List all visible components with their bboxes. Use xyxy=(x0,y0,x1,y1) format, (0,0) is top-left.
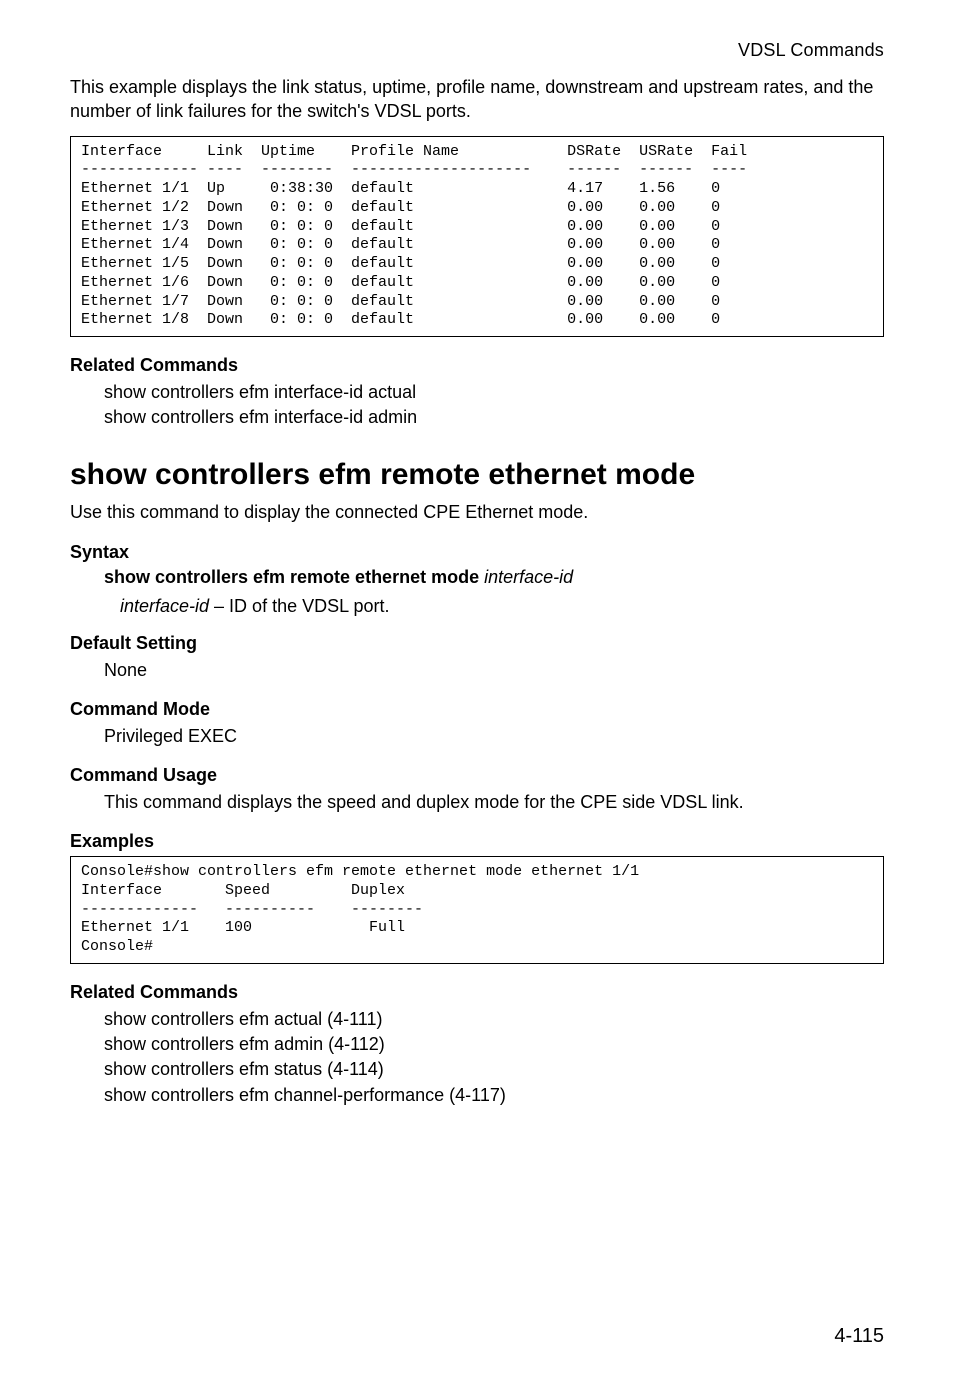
syntax-line: show controllers efm remote ethernet mod… xyxy=(70,567,884,588)
example-line: ------------- ---------- -------- xyxy=(81,901,423,918)
example-line: Interface Speed Duplex xyxy=(81,882,405,899)
related-command-item: show controllers efm interface-id admin xyxy=(104,405,884,430)
related-command-item: show controllers efm status (4-114) xyxy=(104,1057,884,1082)
param-name: interface-id xyxy=(120,596,209,616)
related-command-item: show controllers efm admin (4-112) xyxy=(104,1032,884,1057)
table-row: Ethernet 1/3 Down 0: 0: 0 default 0.00 0… xyxy=(81,218,720,235)
table-header-row: Interface Link Uptime Profile Name DSRat… xyxy=(81,143,747,160)
related-command-item: show controllers efm actual (4-111) xyxy=(104,1007,884,1032)
command-usage-heading: Command Usage xyxy=(70,765,884,786)
example-codebox: Console#show controllers efm remote ethe… xyxy=(70,856,884,964)
example-line: Console# xyxy=(81,938,153,955)
table-row: Ethernet 1/4 Down 0: 0: 0 default 0.00 0… xyxy=(81,236,720,253)
example-line: Console#show controllers efm remote ethe… xyxy=(81,863,639,880)
intro-paragraph: This example displays the link status, u… xyxy=(70,75,884,124)
default-setting-value: None xyxy=(70,658,884,683)
related-commands-heading: Related Commands xyxy=(70,355,884,376)
syntax-param-desc: interface-id – ID of the VDSL port. xyxy=(70,596,884,617)
table-row: Ethernet 1/5 Down 0: 0: 0 default 0.00 0… xyxy=(81,255,720,272)
related-commands-heading-2: Related Commands xyxy=(70,982,884,1003)
table-sep-row: ------------- ---- -------- ------------… xyxy=(81,161,747,178)
table-row: Ethernet 1/7 Down 0: 0: 0 default 0.00 0… xyxy=(81,293,720,310)
example-line: Ethernet 1/1 100 Full xyxy=(81,919,405,936)
command-title: show controllers efm remote ethernet mod… xyxy=(70,458,884,492)
default-setting-heading: Default Setting xyxy=(70,633,884,654)
status-table-codebox: Interface Link Uptime Profile Name DSRat… xyxy=(70,136,884,338)
syntax-param: interface-id xyxy=(484,567,573,587)
command-usage-text: This command displays the speed and dupl… xyxy=(70,790,884,815)
table-row: Ethernet 1/8 Down 0: 0: 0 default 0.00 0… xyxy=(81,311,720,328)
table-row: Ethernet 1/1 Up 0:38:30 default 4.17 1.5… xyxy=(81,180,720,197)
command-mode-value: Privileged EXEC xyxy=(70,724,884,749)
related-commands-list-2: show controllers efm actual (4-111) show… xyxy=(70,1007,884,1108)
examples-heading: Examples xyxy=(70,831,884,852)
page-container: VDSL Commands This example displays the … xyxy=(0,0,954,1388)
syntax-heading: Syntax xyxy=(70,542,884,563)
command-mode-heading: Command Mode xyxy=(70,699,884,720)
related-commands-list: show controllers efm interface-id actual… xyxy=(70,380,884,430)
command-description: Use this command to display the connecte… xyxy=(70,500,884,525)
syntax-command-text: show controllers efm remote ethernet mod… xyxy=(104,567,484,587)
page-number: 4-115 xyxy=(834,1325,884,1348)
table-row: Ethernet 1/2 Down 0: 0: 0 default 0.00 0… xyxy=(81,199,720,216)
related-command-item: show controllers efm channel-performance… xyxy=(104,1083,884,1108)
related-command-item: show controllers efm interface-id actual xyxy=(104,380,884,405)
table-row: Ethernet 1/6 Down 0: 0: 0 default 0.00 0… xyxy=(81,274,720,291)
param-text: – ID of the VDSL port. xyxy=(209,596,389,616)
section-header: VDSL Commands xyxy=(70,40,884,61)
